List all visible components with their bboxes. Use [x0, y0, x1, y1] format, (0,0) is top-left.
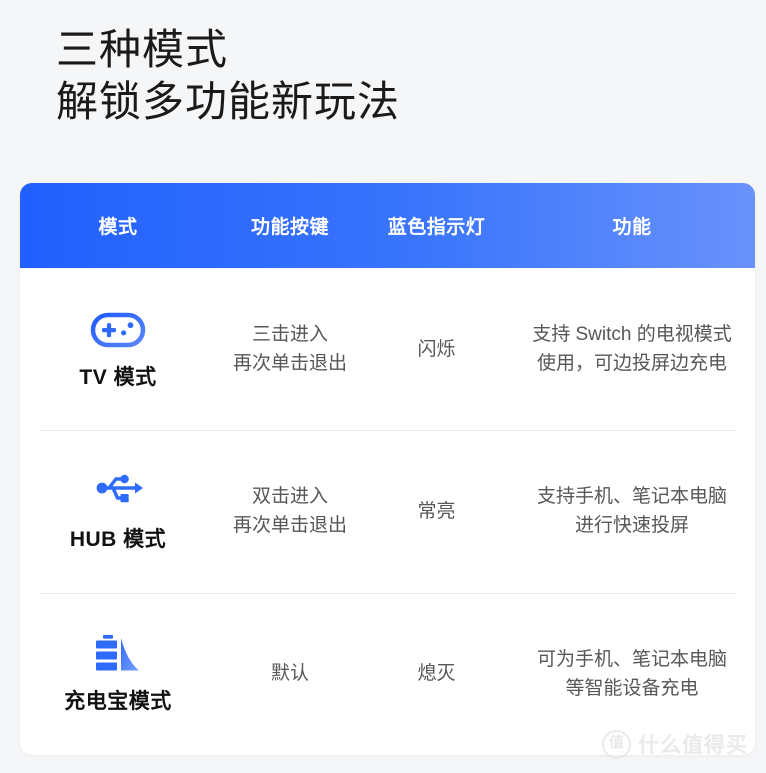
column-header-blue-indicator: 蓝色指示灯 [387, 217, 486, 238]
function-cell: 可为手机、笔记本电脑 等智能设备充电 [509, 645, 755, 703]
page-title: 三种模式 解锁多功能新玩法 [56, 24, 696, 128]
function-line-2: 进行快速投屏 [574, 515, 689, 537]
mode-label: TV 模式 [79, 365, 157, 389]
function-line-1: 支持手机、笔记本电脑 [536, 486, 727, 508]
function-key-line-2: 再次单击退出 [232, 515, 347, 537]
mode-label: HUB 模式 [69, 527, 167, 551]
column-header-function-key: 功能按键 [250, 217, 329, 238]
indicator-cell: 常亮 [417, 500, 456, 522]
function-line-1: 可为手机、笔记本电脑 [536, 648, 727, 670]
table-header-row: 模式 功能按键 蓝色指示灯 功能 [20, 183, 755, 268]
table-body: TV 模式 三击进入 再次单击退出 闪烁 支持 Switch 的电视模式 使用，… [20, 268, 755, 755]
table-row: TV 模式 三击进入 再次单击退出 闪烁 支持 Switch 的电视模式 使用，… [20, 268, 755, 430]
function-key-cell: 默认 [270, 663, 309, 685]
function-cell: 支持 Switch 的电视模式 使用，可边投屏边充电 [509, 320, 755, 378]
function-cell: 支持手机、笔记本电脑 进行快速投屏 [509, 482, 755, 540]
power-bank-icon [93, 631, 143, 677]
page-title-line-1: 三种模式 [56, 26, 229, 73]
function-key-cell: 三击进入 再次单击退出 [216, 320, 364, 378]
mode-cell-power-bank: 充电宝模式 [20, 631, 216, 716]
function-line-1: 支持 Switch 的电视模式 [532, 324, 732, 346]
modes-table-card: 模式 功能按键 蓝色指示灯 功能 TV 模式 三击进入 再次单击退出 闪烁 支持… [20, 183, 755, 755]
function-key-line-1: 三击进入 [251, 324, 328, 346]
watermark: 值 什么值得买 [602, 729, 748, 759]
function-key-cell: 双击进入 再次单击退出 [216, 482, 364, 540]
usb-icon [93, 469, 143, 515]
column-header-function: 功能 [612, 217, 652, 238]
function-line-2: 等智能设备充电 [565, 677, 699, 699]
page-title-line-2: 解锁多功能新玩法 [56, 78, 401, 125]
indicator-cell: 熄灭 [417, 663, 456, 685]
mode-cell-tv: TV 模式 [20, 307, 216, 392]
column-header-mode: 模式 [98, 217, 138, 238]
indicator-cell: 闪烁 [417, 338, 456, 360]
function-key-line-1: 双击进入 [251, 486, 328, 508]
table-row: HUB 模式 双击进入 再次单击退出 常亮 支持手机、笔记本电脑 进行快速投屏 [20, 430, 755, 592]
gamepad-icon [90, 307, 146, 353]
mode-label: 充电宝模式 [64, 690, 172, 714]
function-line-2: 使用，可边投屏边充电 [536, 353, 727, 375]
watermark-text: 什么值得买 [638, 734, 748, 757]
mode-cell-hub: HUB 模式 [20, 469, 216, 554]
function-key-line-2: 再次单击退出 [232, 353, 347, 375]
watermark-logo-icon: 值 [602, 729, 631, 759]
